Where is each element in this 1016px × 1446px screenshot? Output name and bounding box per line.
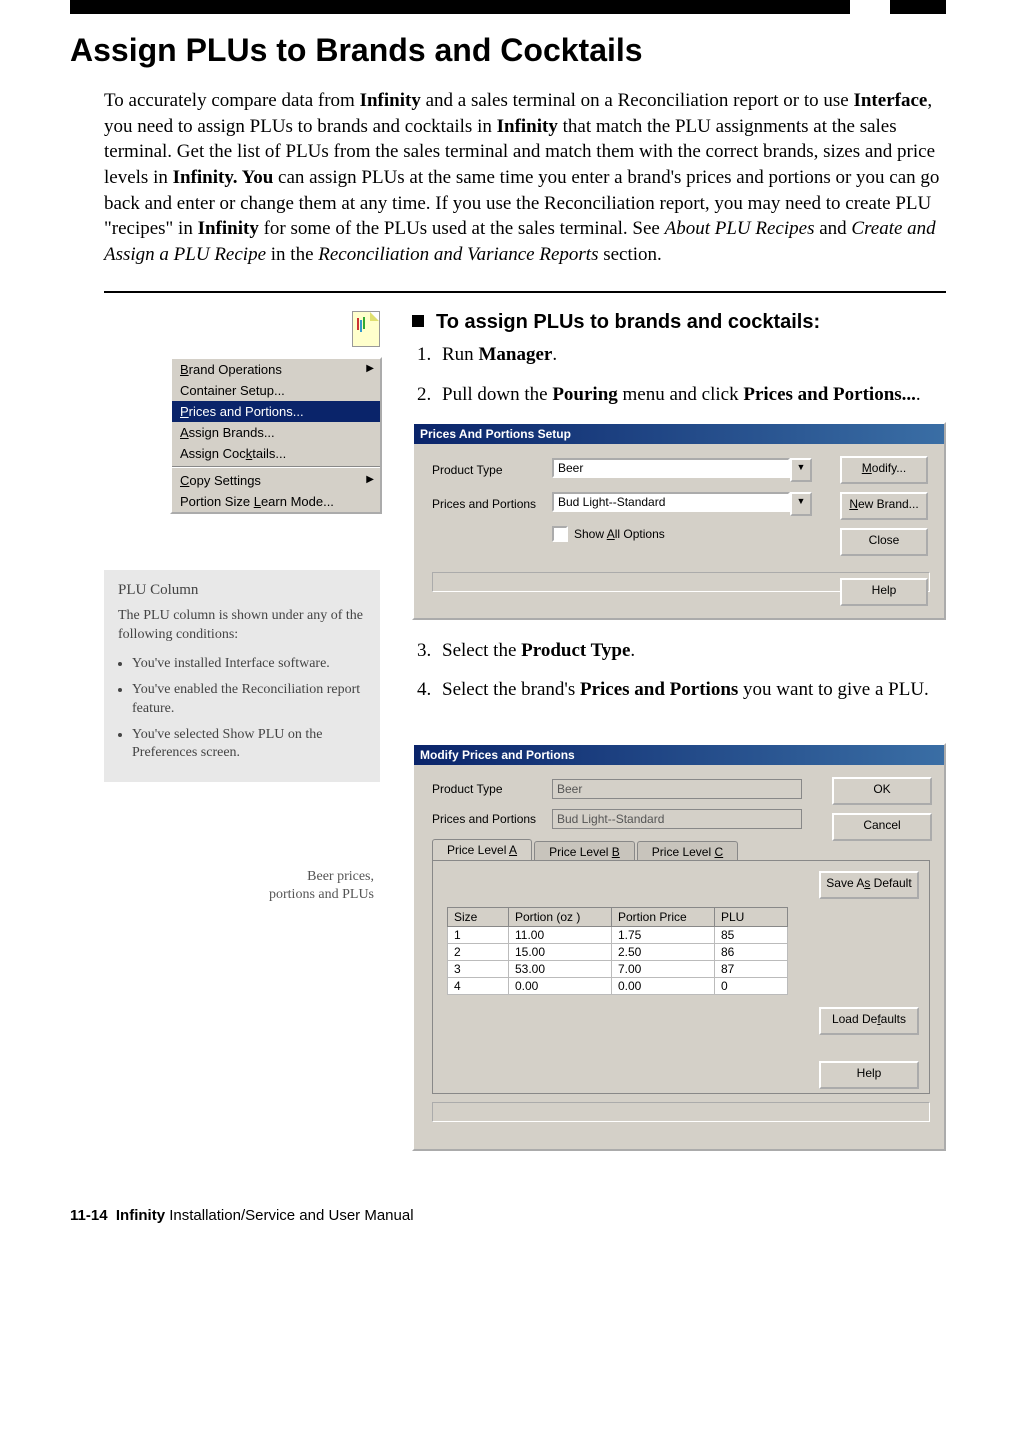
dropdown-arrow-icon[interactable]: ▼ — [790, 458, 812, 482]
col-plu: PLU — [715, 908, 788, 927]
save-as-default-button[interactable]: Save As Default — [819, 871, 919, 899]
modify-button[interactable]: Modify... — [840, 456, 928, 484]
submenu-arrow-icon: ▶ — [366, 363, 374, 374]
step-2: Pull down the Pouring menu and click Pri… — [436, 382, 946, 408]
step-3: Select the Product Type. — [436, 638, 946, 664]
plu-table: Size Portion (oz ) Portion Price PLU 111… — [447, 907, 788, 995]
step-4: Select the brand's Prices and Portions y… — [436, 677, 946, 703]
prices-portions-setup-dialog: Prices And Portions Setup Modify... New … — [412, 422, 946, 620]
divider — [104, 291, 946, 293]
prices-portions-field — [552, 809, 802, 829]
table-row: 215.002.5086 — [448, 944, 788, 961]
ok-button[interactable]: OK — [832, 777, 932, 805]
modify-prices-portions-dialog: Modify Prices and Portions OK Cancel Pro… — [412, 743, 946, 1151]
header-rule — [70, 0, 946, 14]
procedure-heading: To assign PLUs to brands and cocktails: — [412, 311, 946, 334]
menu-item-container-setup[interactable]: Container Setup... — [172, 380, 380, 401]
menu-item-copy-settings[interactable]: Copy Settings▶ — [172, 470, 380, 491]
new-brand-button[interactable]: New Brand... — [840, 492, 928, 520]
menu-item-portion-learn[interactable]: Portion Size Learn Mode... — [172, 491, 380, 512]
note-text: The PLU column is shown under any of the… — [118, 607, 366, 645]
prices-portions-dropdown[interactable] — [552, 492, 790, 512]
note-bullet: You've enabled the Reconciliation report… — [132, 681, 366, 717]
product-type-field — [552, 779, 802, 799]
tab-price-level-c[interactable]: Price Level C — [637, 841, 738, 862]
note-icon — [352, 311, 380, 347]
intro-paragraph: To accurately compare data from Infinity… — [104, 88, 946, 267]
page-footer: 11-14 Infinity Installation/Service and … — [70, 1207, 946, 1224]
page-title: Assign PLUs to Brands and Cocktails — [70, 32, 946, 69]
dialog-title: Modify Prices and Portions — [414, 745, 944, 765]
menu-separator — [172, 466, 380, 468]
step-1: Run Manager. — [436, 342, 946, 368]
col-size: Size — [448, 908, 509, 927]
dropdown-arrow-icon[interactable]: ▼ — [790, 492, 812, 516]
tab-price-level-b[interactable]: Price Level B — [534, 841, 635, 862]
table-row: 353.007.0087 — [448, 961, 788, 978]
plu-column-note: PLU Column The PLU column is shown under… — [104, 570, 380, 782]
menu-item-brand-operations[interactable]: Brand Operations▶ — [172, 359, 380, 380]
table-row: 40.000.000 — [448, 978, 788, 995]
pouring-menu: Brand Operations▶ Container Setup... Pri… — [170, 357, 382, 514]
table-row: 111.001.7585 — [448, 927, 788, 944]
menu-item-assign-brands[interactable]: Assign Brands... — [172, 422, 380, 443]
load-defaults-button[interactable]: Load Defaults — [819, 1007, 919, 1035]
square-bullet-icon — [412, 315, 424, 327]
product-type-label: Product Type — [432, 782, 552, 796]
col-price: Portion Price — [612, 908, 715, 927]
dialog-title: Prices And Portions Setup — [414, 424, 944, 444]
menu-item-assign-cocktails[interactable]: Assign Cocktails... — [172, 443, 380, 464]
price-level-panel: Save As Default Load Defaults Help Size … — [432, 860, 930, 1094]
prices-portions-label: Prices and Portions — [432, 812, 552, 826]
cancel-button[interactable]: Cancel — [832, 813, 932, 841]
product-type-dropdown[interactable] — [552, 458, 790, 478]
status-bar — [432, 1102, 930, 1122]
submenu-arrow-icon: ▶ — [366, 474, 374, 485]
col-portion: Portion (oz ) — [509, 908, 612, 927]
figure-caption: Beer prices,portions and PLUs — [104, 868, 380, 904]
tab-price-level-a[interactable]: Price Level A — [432, 839, 532, 860]
help-button[interactable]: Help — [840, 578, 928, 606]
prices-portions-label: Prices and Portions — [432, 497, 552, 511]
help-button[interactable]: Help — [819, 1061, 919, 1089]
close-button[interactable]: Close — [840, 528, 928, 556]
product-type-label: Product Type — [432, 463, 552, 477]
menu-item-prices-portions[interactable]: Prices and Portions... — [172, 401, 380, 422]
note-title: PLU Column — [118, 582, 366, 599]
note-bullet: You've selected Show PLU on the Preferen… — [132, 726, 366, 762]
note-bullet: You've installed Interface software. — [132, 655, 366, 673]
